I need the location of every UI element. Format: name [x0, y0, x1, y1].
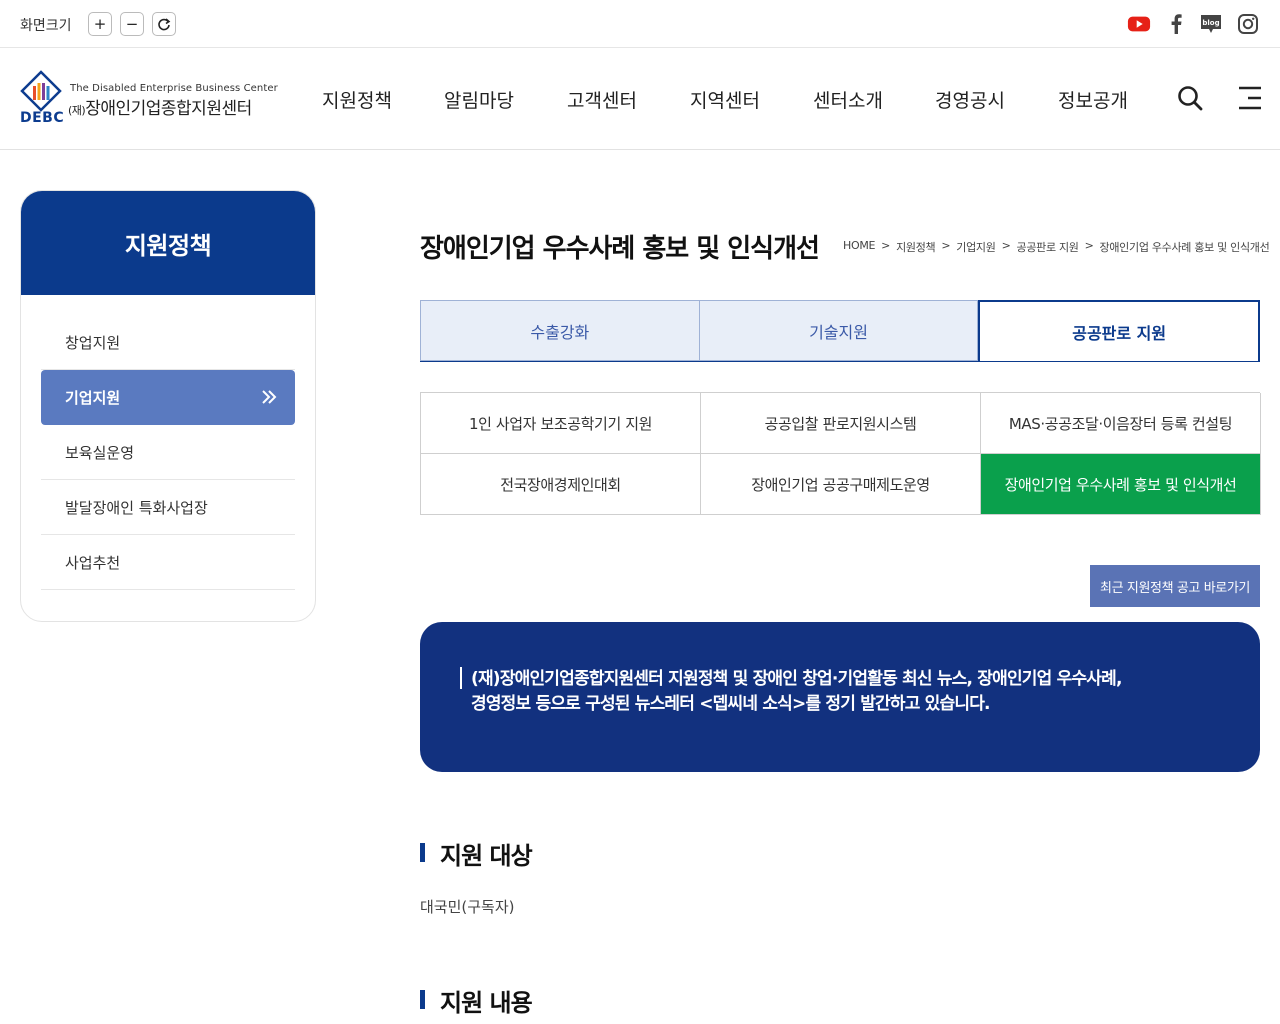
submenu-national-conference[interactable]: 전국장애경제인대회	[421, 454, 701, 515]
breadcrumb-separator: >	[1001, 239, 1011, 252]
sidebar-item-label: 기업지원	[65, 389, 121, 407]
breadcrumb-separator: >	[941, 239, 951, 252]
breadcrumb-separator: >	[881, 239, 891, 252]
intro-banner: (재)장애인기업종합지원센터 지원정책 및 장애인 창업·기업활동 최신 뉴스,…	[420, 622, 1260, 772]
gnb-item-customer-center[interactable]: 고객센터	[567, 86, 637, 113]
blog-link[interactable]: blog	[1199, 12, 1223, 36]
submenu-bidding-system[interactable]: 공공입찰 판로지원시스템	[701, 393, 981, 454]
gnb-item-center-intro[interactable]: 센터소개	[813, 86, 883, 113]
category-tabs: 수출강화 기술지원 공공판로 지원	[420, 300, 1261, 362]
zoom-in-button[interactable]: +	[88, 12, 112, 36]
tab-export[interactable]: 수출강화	[420, 300, 700, 361]
logo-korean-text: 장애인기업종합지원센터	[85, 99, 252, 119]
logo-english-name: The Disabled Enterprise Business Center	[70, 83, 278, 94]
banner-line: (재)장애인기업종합지원센터 지원정책 및 장애인 창업·기업활동 최신 뉴스,…	[471, 669, 1122, 689]
blog-icon-text: blog	[1202, 19, 1219, 27]
blog-icon: blog	[1201, 15, 1221, 33]
facebook-icon	[1171, 14, 1182, 35]
youtube-link[interactable]	[1127, 12, 1151, 36]
sidebar-item-label: 보육실운영	[65, 443, 135, 462]
sidebar-item-label: 발달장애인 특화사업장	[65, 498, 208, 517]
sidebar-item-label: 창업지원	[65, 333, 121, 352]
search-button[interactable]	[1176, 84, 1204, 112]
sidebar-item-business-support[interactable]: 기업지원	[41, 370, 295, 425]
section-body-target: 대국민(구독자)	[420, 898, 515, 916]
section-title-content: 지원 내용	[440, 989, 533, 1017]
section-title-target: 지원 대상	[440, 842, 533, 870]
sidebar-item-label: 사업추천	[65, 553, 121, 572]
sidebar-title: 지원정책	[21, 191, 315, 295]
submenu-mas-consulting[interactable]: MAS·공공조달·이음장터 등록 컨설팅	[981, 393, 1261, 454]
logo-korean-name: (재)장애인기업종합지원센터	[68, 94, 252, 119]
menu-icon	[1239, 86, 1261, 110]
recent-notice-button[interactable]: 최근 지원정책 공고 바로가기	[1090, 565, 1260, 607]
gnb-item-support-policy[interactable]: 지원정책	[322, 86, 392, 113]
double-chevron-right-icon	[262, 390, 277, 404]
instagram-link[interactable]	[1236, 12, 1260, 36]
breadcrumb-current: 장애인기업 우수사례 홍보 및 인식개선	[1099, 241, 1270, 254]
section-marker	[420, 990, 425, 1009]
section-marker	[420, 843, 425, 862]
tab-public-procurement[interactable]: 공공판로 지원	[978, 300, 1261, 361]
facebook-link[interactable]	[1164, 12, 1188, 36]
sidebar-item-incubation-room[interactable]: 보육실운영	[41, 425, 295, 480]
zoom-reset-button[interactable]	[152, 12, 176, 36]
sidebar-item-startup[interactable]: 창업지원	[41, 315, 295, 370]
banner-accent-bar	[460, 667, 462, 689]
search-icon	[1178, 86, 1203, 111]
breadcrumb-separator: >	[1084, 239, 1094, 252]
submenu-best-practice[interactable]: 장애인기업 우수사례 홍보 및 인식개선	[981, 454, 1261, 515]
gnb-item-management-disclosure[interactable]: 경영공시	[935, 86, 1005, 113]
sidebar-item-developmental-workplace[interactable]: 발달장애인 특화사업장	[41, 480, 295, 535]
banner-line: 경영정보 등으로 구성된 뉴스레터 <뎁씨네 소식>를 정기 발간하고 있습니다…	[471, 694, 991, 714]
logo-korean-prefix: (재)	[68, 104, 86, 117]
submenu-assistive-device[interactable]: 1인 사업자 보조공학기기 지원	[421, 393, 701, 454]
tab-technology[interactable]: 기술지원	[699, 300, 979, 361]
sidebar-item-business-recommendation[interactable]: 사업추천	[41, 535, 295, 590]
sidebar-menu: 창업지원 기업지원 보육실운영 발달장애인 특화사업장 사업추천	[41, 315, 295, 590]
zoom-label: 화면크기	[20, 18, 72, 34]
site-logo[interactable]: The Disabled Enterprise Business Center …	[20, 70, 282, 128]
breadcrumb-item[interactable]: 기업지원	[956, 239, 996, 255]
breadcrumb-item[interactable]: 공공판로 지원	[1017, 239, 1079, 255]
instagram-icon	[1238, 14, 1258, 34]
submenu-public-purchase[interactable]: 장애인기업 공공구매제도운영	[701, 454, 981, 515]
site-header: The Disabled Enterprise Business Center …	[0, 48, 1280, 150]
page-title: 장애인기업 우수사례 홍보 및 인식개선	[420, 234, 820, 264]
breadcrumb: HOME > 지원정책 > 기업지원 > 공공판로 지원 > 장애인기업 우수사…	[843, 239, 1270, 255]
gnb-item-info-disclosure[interactable]: 정보공개	[1058, 86, 1128, 113]
gnb-item-notice[interactable]: 알림마당	[444, 86, 514, 113]
breadcrumb-home[interactable]: HOME	[843, 239, 875, 255]
zoom-out-button[interactable]: −	[120, 12, 144, 36]
utility-bar: 화면크기 + − blog	[0, 0, 1280, 48]
gnb-item-regional-center[interactable]: 지역센터	[690, 86, 760, 113]
all-menu-button[interactable]	[1236, 84, 1264, 112]
banner-text: (재)장애인기업종합지원센터 지원정책 및 장애인 창업·기업활동 최신 뉴스,…	[471, 667, 1231, 717]
refresh-icon	[158, 18, 171, 31]
sub-menu-grid: 1인 사업자 보조공학기기 지원 공공입찰 판로지원시스템 MAS·공공조달·이…	[420, 392, 1261, 515]
sidebar: 지원정책 창업지원 기업지원 보육실운영 발달장애인 특화사업장 사업추천	[20, 190, 316, 622]
breadcrumb-item[interactable]: 지원정책	[896, 239, 936, 255]
youtube-icon	[1127, 16, 1151, 32]
logo-mark-icon	[20, 70, 62, 112]
logo-abbreviation: DEBC	[20, 110, 65, 126]
